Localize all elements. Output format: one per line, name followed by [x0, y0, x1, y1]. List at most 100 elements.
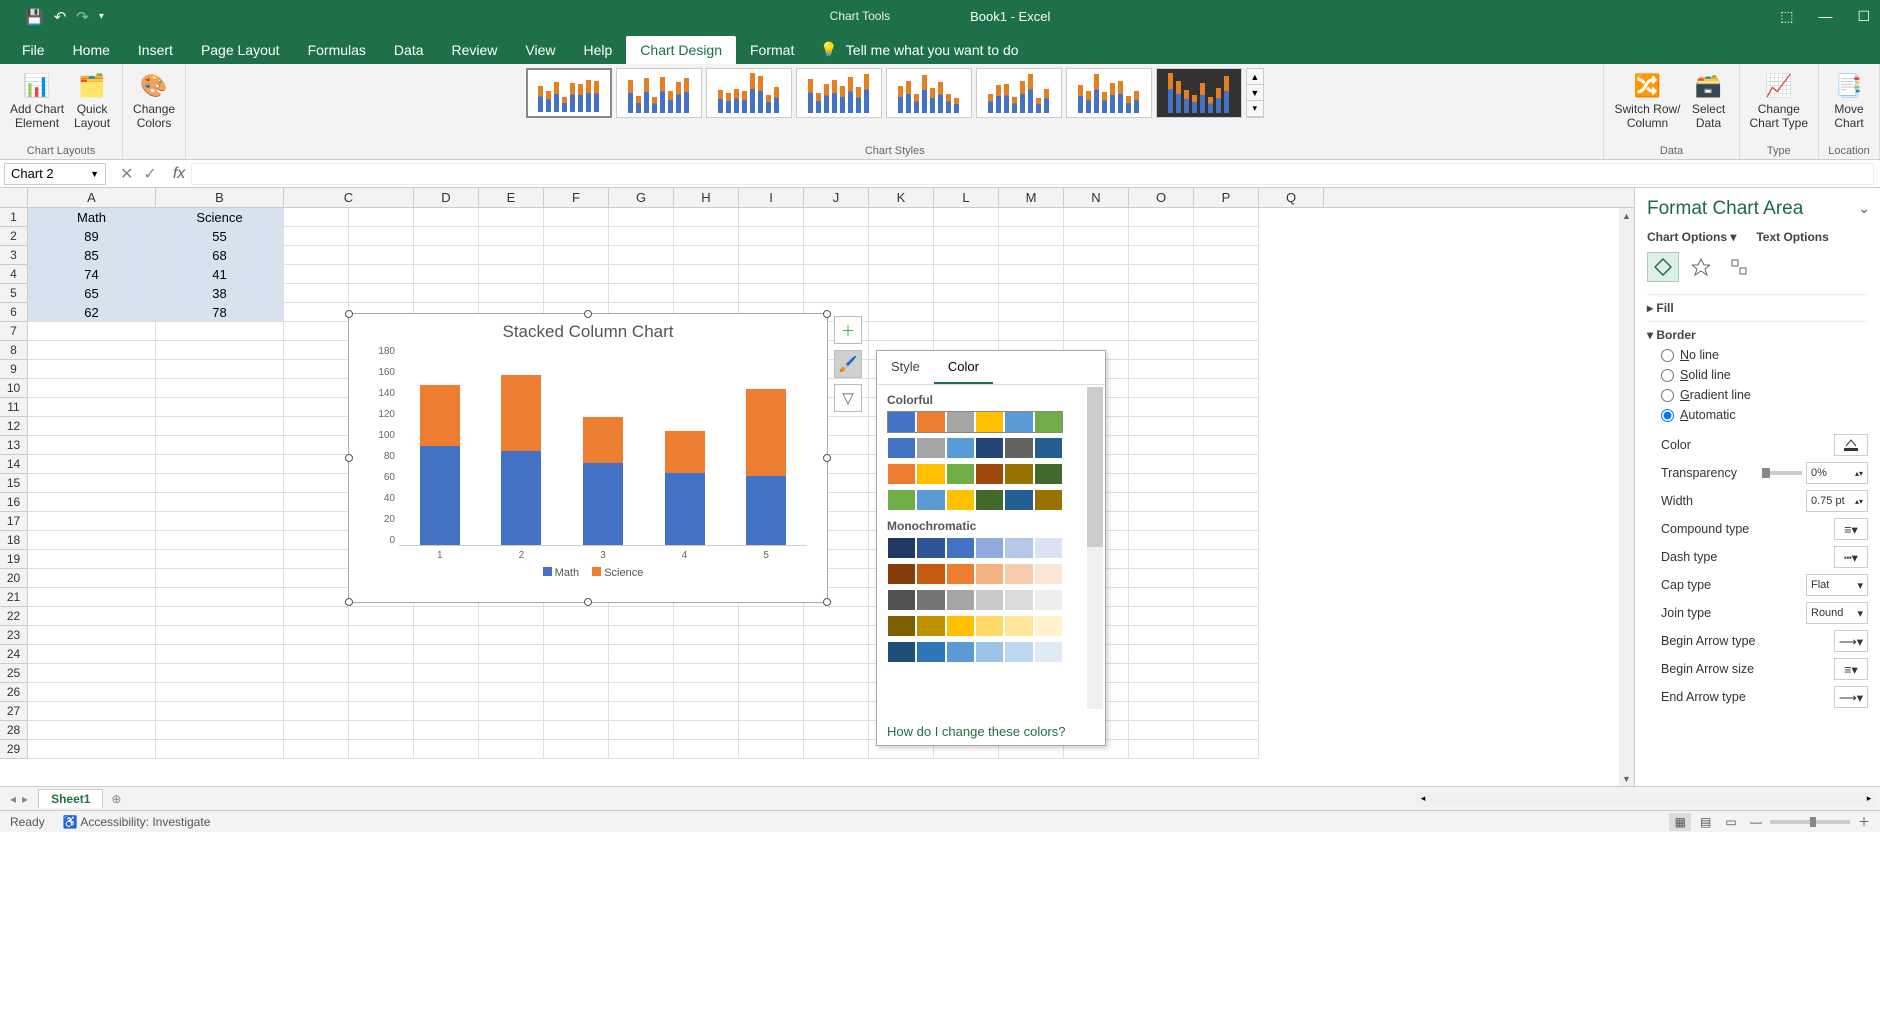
cell[interactable] [28, 550, 156, 569]
cell[interactable] [739, 683, 804, 702]
cell[interactable] [284, 531, 349, 550]
cell[interactable] [999, 284, 1064, 303]
cell[interactable] [349, 208, 414, 227]
cell[interactable] [156, 550, 284, 569]
cell[interactable] [479, 246, 544, 265]
cell[interactable] [28, 455, 156, 474]
cell[interactable] [28, 531, 156, 550]
cell[interactable] [284, 550, 349, 569]
chart-title[interactable]: Stacked Column Chart [349, 314, 827, 346]
cell[interactable] [414, 645, 479, 664]
begin-arrow-size-dropdown[interactable]: ≡▾ [1834, 658, 1868, 680]
cell[interactable] [999, 265, 1064, 284]
cell[interactable] [999, 227, 1064, 246]
cell[interactable] [156, 379, 284, 398]
cell[interactable] [1194, 664, 1259, 683]
cell[interactable] [674, 265, 739, 284]
cell[interactable] [1129, 569, 1194, 588]
row-header[interactable]: 11 [0, 398, 28, 417]
cell[interactable] [609, 626, 674, 645]
cell[interactable] [284, 645, 349, 664]
cell[interactable] [609, 702, 674, 721]
row-header[interactable]: 17 [0, 512, 28, 531]
cell[interactable] [1129, 322, 1194, 341]
cell[interactable] [414, 246, 479, 265]
cell[interactable] [804, 607, 869, 626]
cell[interactable] [156, 322, 284, 341]
cell[interactable] [156, 512, 284, 531]
accessibility-status[interactable]: ♿ Accessibility: Investigate [63, 815, 211, 829]
cell[interactable]: 89 [28, 227, 156, 246]
cell[interactable] [934, 284, 999, 303]
cell[interactable] [1064, 322, 1129, 341]
tab-page-layout[interactable]: Page Layout [187, 36, 294, 64]
undo-icon[interactable]: ↶ [54, 8, 67, 26]
color-scheme-row[interactable] [887, 537, 1063, 559]
cell[interactable] [739, 246, 804, 265]
cell[interactable] [284, 569, 349, 588]
cell[interactable] [1129, 474, 1194, 493]
palette-help-link[interactable]: How do I change these colors? [887, 724, 1066, 739]
cell[interactable] [284, 588, 349, 607]
color-scheme-row[interactable] [887, 615, 1063, 637]
cell[interactable]: 41 [156, 265, 284, 284]
cell[interactable] [1129, 607, 1194, 626]
column-header[interactable]: A [28, 188, 156, 207]
cell[interactable] [869, 303, 934, 322]
change-chart-type-button[interactable]: 📈 Change Chart Type [1746, 68, 1812, 132]
cell[interactable] [284, 341, 349, 360]
cell[interactable] [479, 626, 544, 645]
formula-input[interactable] [191, 163, 1874, 185]
tab-view[interactable]: View [511, 36, 569, 64]
cell[interactable]: 55 [156, 227, 284, 246]
fill-section[interactable]: ▸ Fill [1647, 301, 1868, 315]
cell[interactable] [1129, 588, 1194, 607]
cell[interactable] [414, 683, 479, 702]
cell[interactable] [544, 721, 609, 740]
cell[interactable] [609, 246, 674, 265]
cell[interactable] [1129, 531, 1194, 550]
sheet-nav-next[interactable]: ▸ [22, 792, 28, 806]
tab-insert[interactable]: Insert [124, 36, 187, 64]
row-header[interactable]: 7 [0, 322, 28, 341]
cell[interactable] [414, 626, 479, 645]
cell[interactable] [479, 607, 544, 626]
cell[interactable] [479, 721, 544, 740]
column-header[interactable]: Q [1259, 188, 1324, 207]
cell[interactable] [156, 702, 284, 721]
cell[interactable] [349, 721, 414, 740]
cell[interactable] [1129, 740, 1194, 759]
row-header[interactable]: 19 [0, 550, 28, 569]
cell[interactable] [479, 702, 544, 721]
cell[interactable] [999, 246, 1064, 265]
column-header[interactable]: G [609, 188, 674, 207]
cell[interactable] [284, 265, 349, 284]
cell[interactable] [414, 740, 479, 759]
cell[interactable] [1194, 550, 1259, 569]
cell[interactable] [1129, 227, 1194, 246]
cell[interactable] [804, 645, 869, 664]
cell[interactable] [284, 626, 349, 645]
join-type-dropdown[interactable]: Round▾ [1806, 602, 1868, 624]
cell[interactable] [284, 664, 349, 683]
cell[interactable]: 62 [28, 303, 156, 322]
minimize-icon[interactable]: — [1818, 8, 1832, 25]
cell[interactable] [28, 417, 156, 436]
cell[interactable] [1129, 455, 1194, 474]
row-header[interactable]: 9 [0, 360, 28, 379]
switch-row-column-button[interactable]: 🔀 Switch Row/ Column [1610, 68, 1684, 132]
cell[interactable] [934, 322, 999, 341]
cell[interactable] [1194, 341, 1259, 360]
cell[interactable] [284, 398, 349, 417]
cell[interactable] [156, 341, 284, 360]
sheet-tab[interactable]: Sheet1 [38, 789, 103, 808]
ribbon-display-icon[interactable]: ⬚ [1780, 8, 1793, 25]
cell[interactable] [1194, 740, 1259, 759]
row-header[interactable]: 2 [0, 227, 28, 246]
cell[interactable] [1194, 588, 1259, 607]
cell[interactable] [479, 265, 544, 284]
cell[interactable] [28, 512, 156, 531]
cell[interactable] [284, 474, 349, 493]
cell[interactable] [544, 265, 609, 284]
tab-review[interactable]: Review [438, 36, 512, 64]
